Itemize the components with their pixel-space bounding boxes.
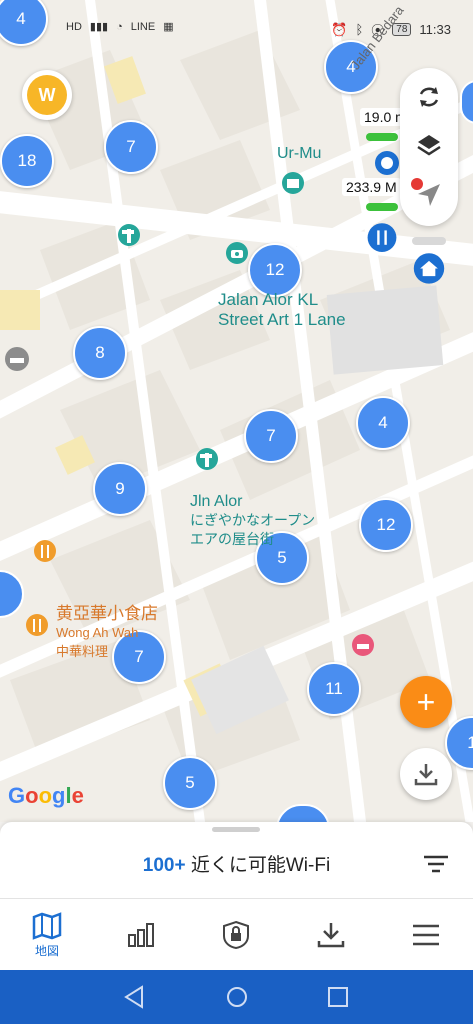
poi-label-jln-alor[interactable]: Jln Alor にぎやかなオープン エアの屋台街 [190, 492, 315, 549]
wifi-master-logo-icon: W [27, 75, 67, 115]
offline-download-button[interactable] [400, 748, 452, 800]
download-icon [414, 764, 438, 786]
recents-icon[interactable] [325, 984, 351, 1010]
wifi-cluster-marker[interactable]: 8 [73, 326, 127, 380]
tab-menu[interactable] [379, 899, 473, 971]
speed-readout: 233.9 M [342, 178, 401, 196]
poi-label-line: Jalan Alor KL [218, 290, 319, 309]
tab-map-label: 地図 [34, 943, 59, 958]
wifi-icon: ◔ [116, 20, 123, 33]
poi-label-line: 中華料理 [56, 644, 109, 659]
museum-pin-icon[interactable] [278, 170, 308, 200]
speedometer-icon [375, 151, 399, 175]
poi-label-street-art[interactable]: Jalan Alor KL Street Art 1 Lane [218, 290, 346, 330]
wifi-cluster-marker[interactable]: 11 [307, 662, 361, 716]
filter-icon[interactable] [423, 854, 449, 874]
download-icon [317, 923, 345, 948]
home-marker-icon[interactable] [410, 252, 448, 290]
wifi-cluster-marker[interactable]: 9 [93, 462, 147, 516]
poi-label-ur-mu[interactable]: Ur-Mu [277, 144, 321, 163]
speed-unit: M [384, 179, 397, 195]
poi-label-line: にぎやかなオープン [190, 512, 316, 528]
tab-security[interactable] [189, 899, 283, 971]
nearby-wifi-count: 100+ 近くに可能Wi-Fi [0, 850, 473, 877]
poi-label-restaurant[interactable]: 黄亞華小食店 Wong Ah Wah 中華料理 [56, 604, 158, 661]
hd-icon: HD [66, 20, 82, 33]
wifi-cluster-marker[interactable]: 12 [248, 243, 302, 297]
wifi-cluster-marker[interactable]: 12 [359, 498, 413, 552]
camera-pin-icon[interactable] [222, 240, 252, 270]
nearby-wifi-sheet[interactable]: 100+ 近くに可能Wi-Fi [0, 822, 473, 898]
speed-value: 19.0 [364, 109, 392, 125]
map-icon [32, 911, 62, 940]
wifi-cluster-marker[interactable]: 5 [163, 756, 217, 810]
status-left: HD ▮▮▮ ◔ LINE ▦ [66, 20, 174, 34]
hotel-pin-icon[interactable] [2, 346, 32, 376]
wifi-count-number: 100+ [142, 855, 186, 876]
poi-label-line: Street Art 1 Lane [218, 310, 346, 329]
tab-map[interactable]: 地図 [0, 899, 94, 971]
poi-label-line: Wong Ah Wah [56, 625, 139, 640]
tab-stats[interactable] [94, 899, 188, 971]
home-icon[interactable] [224, 984, 250, 1010]
chart-icon [128, 923, 154, 947]
locate-warning-icon [411, 178, 423, 190]
poi-label-line: Jln Alor [190, 493, 243, 510]
refresh-icon [419, 87, 439, 107]
speed-bar [366, 203, 398, 211]
wifi-cluster-marker[interactable]: 4 [356, 396, 410, 450]
wifi-count-label: 近くに可能Wi-Fi [185, 855, 331, 876]
speed-value: 233.9 [346, 179, 382, 195]
google-logo: Google [8, 783, 84, 808]
signpost-pin-icon[interactable] [114, 222, 144, 252]
hotel-pin-icon[interactable] [348, 632, 378, 662]
bluetooth-icon: ᛒ [355, 22, 364, 37]
alarm-icon: ⏰ [331, 21, 348, 37]
wifi-master-logo-button[interactable]: W [22, 70, 72, 120]
back-icon[interactable] [122, 984, 148, 1010]
signpost-pin-icon[interactable] [192, 446, 222, 476]
speed-bar-empty [412, 237, 446, 245]
layers-icon [417, 135, 441, 156]
speed-bar [366, 133, 398, 141]
restaurant-pin-icon[interactable] [22, 612, 52, 642]
locate-button[interactable] [400, 170, 458, 220]
line-icon: LINE [130, 20, 156, 33]
status-time: 11:33 [419, 22, 451, 37]
add-hotspot-button[interactable]: + [400, 676, 452, 728]
calendar-icon: ▦ [163, 21, 174, 33]
tab-downloads[interactable] [284, 899, 378, 971]
sheet-handle[interactable] [212, 827, 260, 832]
map-view[interactable]: HD ▮▮▮ ◔ LINE ▦ ⏰ ᛒ ⦿ 78 11:33 W 4 4 7 1… [0, 0, 473, 822]
wifi-cluster-marker[interactable]: 18 [0, 134, 54, 188]
wifi-cluster-marker[interactable]: 7 [104, 120, 158, 174]
poi-label-line: エアの屋台街 [190, 531, 274, 547]
poi-label-line: 黄亞華小食店 [56, 604, 158, 623]
food-marker-icon[interactable] [364, 222, 400, 258]
lock-icon [223, 920, 249, 950]
signal-icon: ▮▮▮ [89, 21, 109, 33]
refresh-button[interactable] [400, 72, 458, 122]
system-nav-bar [0, 970, 473, 1024]
restaurant-pin-icon[interactable] [30, 538, 60, 568]
map-controls-panel [400, 68, 458, 226]
wifi-cluster-marker[interactable]: 7 [244, 409, 298, 463]
layers-button[interactable] [400, 120, 458, 170]
menu-icon [413, 924, 439, 946]
bottom-tab-bar: 地図 [0, 898, 473, 971]
